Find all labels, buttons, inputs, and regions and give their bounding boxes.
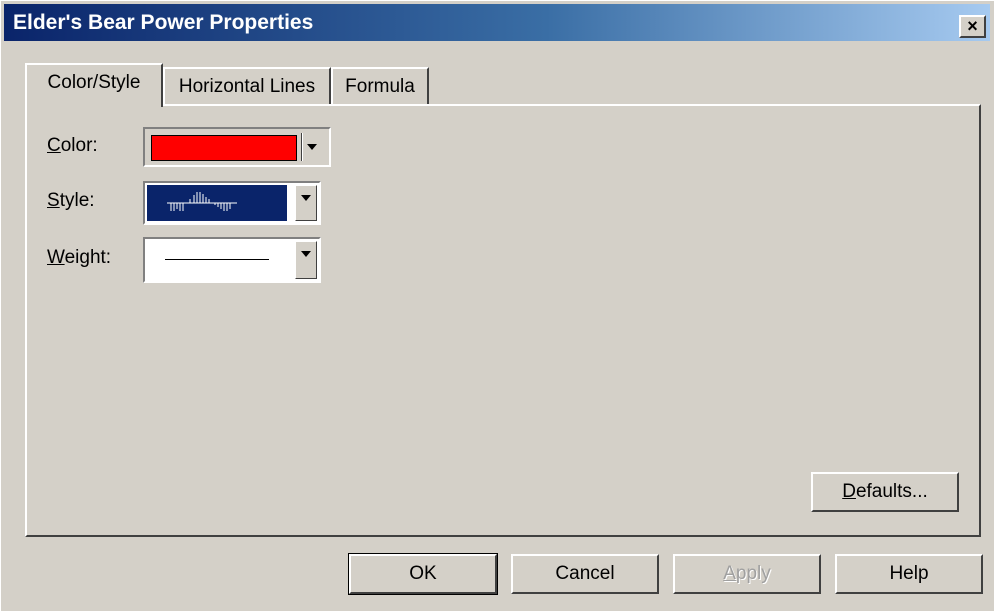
style-dropdown-arrow[interactable] xyxy=(295,185,317,221)
chevron-down-icon xyxy=(307,144,317,150)
tab-panel: Color: Style: Weight: Defaults... xyxy=(25,104,981,537)
color-swatch xyxy=(151,135,297,161)
tab-horizontal-lines-label: Horizontal Lines xyxy=(178,76,316,97)
properties-dialog: Elder's Bear Power Properties × Color/St… xyxy=(0,0,994,611)
tab-horizontal-lines[interactable]: Horizontal Lines xyxy=(163,67,331,107)
style-selected xyxy=(147,185,287,221)
tab-color-style[interactable]: Color/Style xyxy=(25,63,163,107)
ok-button[interactable]: OK xyxy=(348,553,498,595)
style-label: Style: xyxy=(47,190,95,211)
apply-button[interactable]: Apply xyxy=(673,554,821,594)
color-label: Color: xyxy=(47,135,98,156)
tab-color-style-label: Color/Style xyxy=(47,72,141,93)
weight-dropdown-arrow[interactable] xyxy=(295,241,317,279)
help-button[interactable]: Help xyxy=(835,554,983,594)
tab-formula[interactable]: Formula xyxy=(331,67,429,107)
histogram-icon xyxy=(167,192,237,211)
style-dropdown[interactable] xyxy=(143,181,321,225)
weight-dropdown[interactable] xyxy=(143,237,321,283)
title-bar[interactable]: Elder's Bear Power Properties × xyxy=(4,4,990,41)
tab-formula-label: Formula xyxy=(345,76,415,97)
thin-line-icon xyxy=(165,259,269,260)
cancel-button[interactable]: Cancel xyxy=(511,554,659,594)
weight-label: Weight: xyxy=(47,247,112,268)
close-button[interactable]: × xyxy=(959,15,986,38)
defaults-button[interactable]: Defaults... xyxy=(811,472,959,512)
window-title: Elder's Bear Power Properties xyxy=(13,11,314,34)
color-dropdown[interactable] xyxy=(143,127,331,167)
